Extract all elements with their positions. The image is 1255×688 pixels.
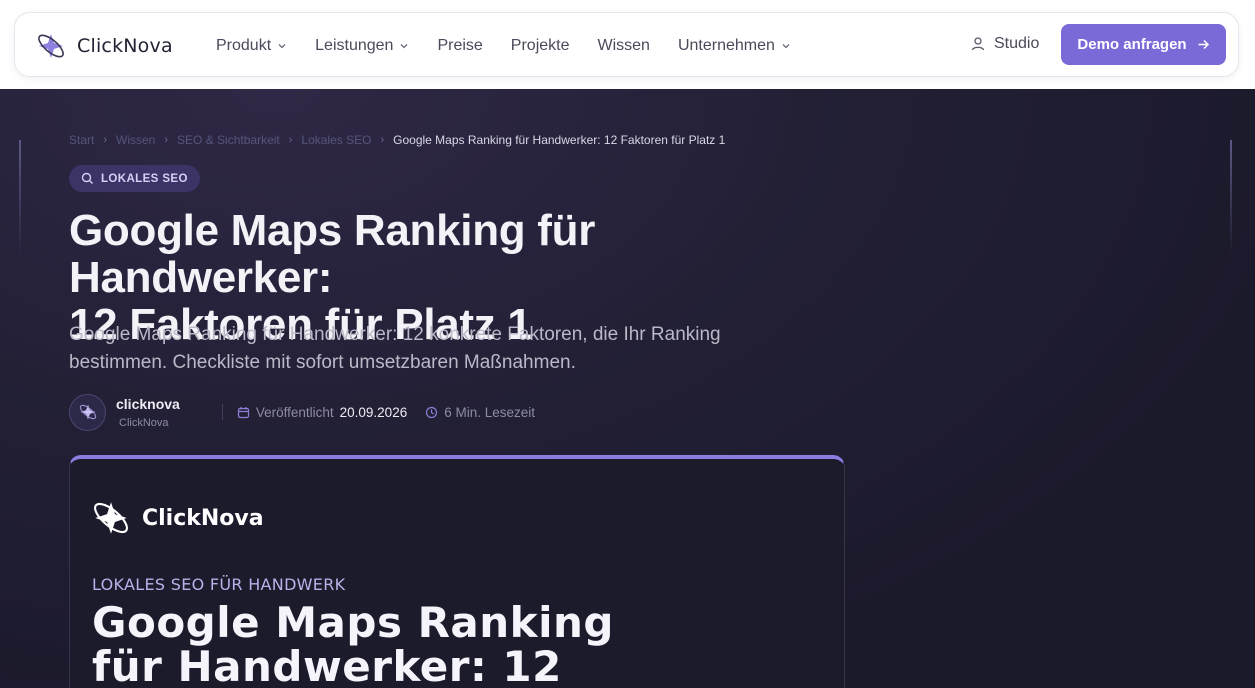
nav-item-preise[interactable]: Preise [437, 37, 482, 55]
read-time: 6 Min. Lesezeit [425, 405, 535, 420]
published-date: Veröffentlicht 20.09.2026 [237, 405, 407, 420]
nav-item-produkt[interactable]: Produkt [216, 37, 287, 55]
breadcrumb-separator: › [164, 134, 169, 146]
published-date-value: 20.09.2026 [339, 404, 408, 420]
article-subtitle: Google Maps Ranking für Handwerker: 12 k… [69, 321, 769, 377]
search-icon [81, 172, 93, 184]
clock-icon [426, 406, 438, 418]
clicknova-logo-icon [38, 34, 64, 58]
author-org: ClickNova [119, 416, 169, 429]
studio-link[interactable]: Studio [970, 35, 1039, 53]
nav-item-label: Produkt [216, 36, 272, 54]
badge-label: LOKALES SEO [101, 172, 188, 185]
breadcrumb-seo[interactable]: SEO & Sichtbarkeit [177, 133, 280, 147]
category-badge[interactable]: LOKALES SEO [69, 165, 200, 192]
subtitle-line-1: Google Maps Ranking für Handwerker: 12 k… [69, 324, 721, 345]
decorative-line-left [19, 140, 21, 255]
breadcrumb-separator: › [288, 134, 293, 146]
meta-divider [221, 404, 223, 420]
decorative-line-right [1230, 140, 1232, 255]
breadcrumb: Start › Wissen › SEO & Sichtbarkeit › Lo… [69, 133, 725, 147]
subtitle-line-2: bestimmen. Checkliste mit sofort umsetzb… [69, 352, 576, 373]
breadcrumb-separator: › [103, 134, 108, 146]
nav-item-label: Projekte [510, 36, 570, 54]
nav-item-wissen[interactable]: Wissen [598, 37, 650, 55]
card-brand-name: ClickNova [142, 505, 264, 531]
breadcrumb-lokales-seo[interactable]: Lokales SEO [301, 133, 371, 147]
main-navbar: ClickNova Produkt Leistungen Preise Proj… [14, 12, 1239, 77]
demo-request-button[interactable]: Demo anfragen [1061, 24, 1226, 65]
breadcrumb-start[interactable]: Start [69, 133, 94, 147]
chevron-down-icon [782, 43, 790, 48]
nav-item-projekte[interactable]: Projekte [511, 37, 570, 55]
nav-item-label: Unternehmen [677, 36, 775, 54]
brand-logo[interactable]: ClickNova [35, 30, 173, 62]
clicknova-logo-icon [94, 502, 128, 534]
card-kicker: LOKALES SEO FÜR HANDWERK [92, 575, 346, 594]
author-info: clicknova ClickNova [116, 396, 180, 429]
published-label: Veröffentlicht [255, 404, 334, 420]
article-meta: clicknova ClickNova Veröffentlicht 20.09… [69, 393, 535, 431]
card-brand-logo: ClickNova [90, 497, 264, 539]
demo-button-label: Demo anfragen [1077, 36, 1187, 53]
author-name[interactable]: clicknova [116, 396, 180, 412]
calendar-icon [237, 406, 249, 418]
read-time-value: 6 Min. Lesezeit [444, 404, 536, 420]
chevron-down-icon [400, 43, 408, 48]
breadcrumb-current: Google Maps Ranking für Handwerker: 12 F… [393, 133, 726, 147]
studio-label: Studio [994, 35, 1040, 52]
featured-image-card: ClickNova LOKALES SEO FÜR HANDWERK Googl… [69, 455, 845, 688]
card-title-line-1: Google Maps Ranking [92, 598, 614, 647]
card-title-line-2: für Handwerker: 12 [92, 642, 562, 688]
breadcrumb-separator: › [380, 134, 385, 146]
breadcrumb-wissen[interactable]: Wissen [116, 133, 155, 147]
nav-item-unternehmen[interactable]: Unternehmen [678, 37, 791, 55]
clicknova-logo-icon [79, 404, 96, 420]
nav-item-label: Wissen [597, 36, 650, 54]
card-title: Google Maps Ranking für Handwerker: 12 [92, 601, 692, 688]
chevron-down-icon [278, 43, 286, 48]
avatar[interactable] [69, 393, 106, 431]
arrow-right-icon [1198, 39, 1209, 50]
user-icon [971, 37, 985, 51]
nav-item-label: Leistungen [315, 36, 394, 54]
nav-item-label: Preise [437, 36, 483, 54]
nav-item-leistungen[interactable]: Leistungen [315, 37, 409, 55]
brand-name: ClickNova [77, 35, 173, 57]
title-line-1: Google Maps Ranking für Handwerker: [69, 206, 596, 302]
nav-menu: Produkt Leistungen Preise Projekte Wisse… [216, 13, 819, 78]
